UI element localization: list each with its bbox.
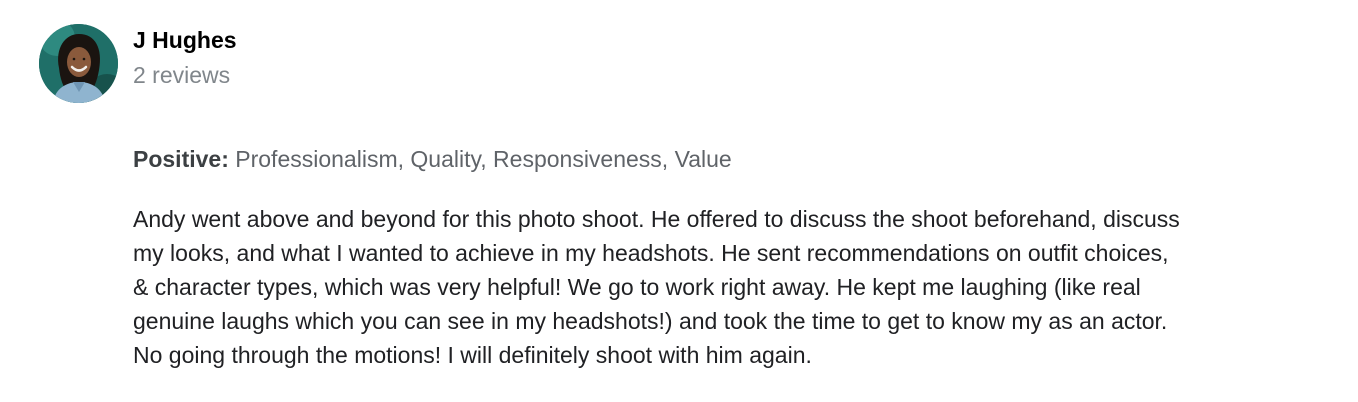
review-text-line: my looks, and what I wanted to achieve i… — [133, 240, 1169, 266]
thumbs-up-icon[interactable] — [147, 396, 165, 402]
review-card: J Hughes 2 reviews Positive: Professiona… — [0, 0, 1358, 402]
avatar[interactable] — [39, 24, 118, 103]
positive-attributes: Positive: Professionalism, Quality, Resp… — [133, 145, 732, 173]
review-count: 2 reviews — [133, 62, 231, 88]
positive-label: Positive: — [133, 146, 229, 172]
review-text-line: Andy went above and beyond for this phot… — [133, 206, 1180, 232]
review-text-line: No going through the motions! I will def… — [133, 342, 812, 368]
positive-values: Professionalism, Quality, Responsiveness… — [235, 146, 732, 172]
review-text-line: & character types, which was very helpfu… — [133, 274, 1141, 300]
reviewer-name[interactable]: J Hughes — [133, 26, 237, 54]
review-text-line: genuine laughs which you can see in my h… — [133, 308, 1168, 334]
review-text: Andy went above and beyond for this phot… — [133, 202, 1333, 372]
user-photo-icon — [39, 24, 118, 103]
